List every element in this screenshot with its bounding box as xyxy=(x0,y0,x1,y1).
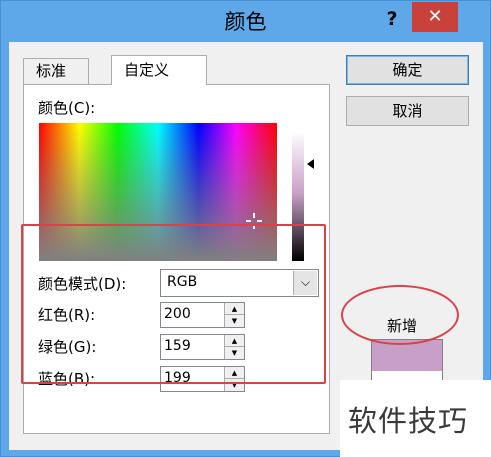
triangle-left-icon[interactable] xyxy=(307,159,314,169)
cancel-button[interactable]: 取消 xyxy=(346,96,469,126)
watermark-text: 软件技巧 xyxy=(348,404,469,438)
close-button[interactable]: ✕ xyxy=(412,2,458,32)
title-bar[interactable]: 颜色 ? ✕ xyxy=(1,1,490,41)
help-button[interactable]: ? xyxy=(377,5,407,33)
annotation-rectangle xyxy=(21,224,326,384)
colors-label: 颜色(C): xyxy=(38,99,96,117)
ok-button[interactable]: 确定 xyxy=(346,55,469,85)
tab-custom[interactable]: 自定义 xyxy=(111,55,207,85)
close-icon: ✕ xyxy=(427,6,443,27)
tab-standard[interactable]: 标准 xyxy=(23,58,89,84)
annotation-ellipse xyxy=(341,285,459,345)
